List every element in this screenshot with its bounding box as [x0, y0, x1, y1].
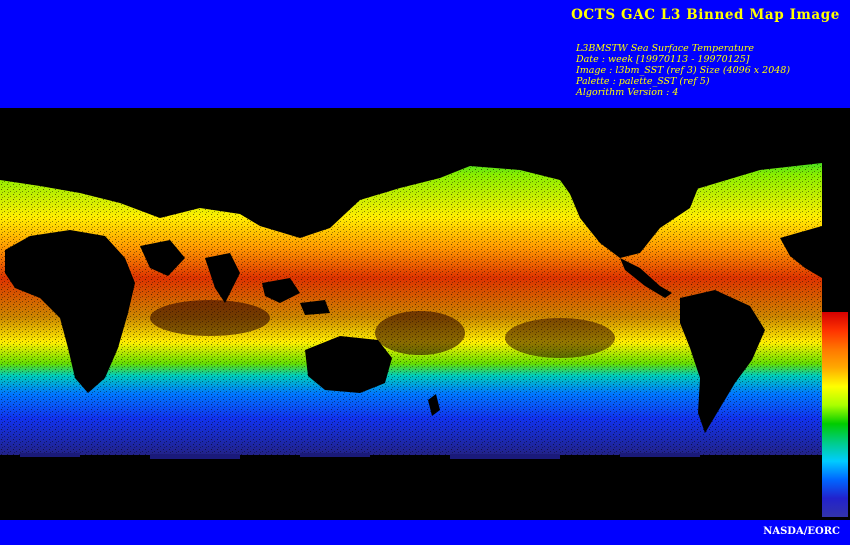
sst-map-graphic	[0, 150, 822, 520]
date-line: Date : week [19970113 - 19970125]	[576, 54, 750, 65]
fringe-patch	[620, 453, 700, 457]
antarctica	[0, 455, 822, 520]
temperature-colorbar	[822, 312, 848, 517]
product-line: L3BMSTW Sea Surface Temperature	[576, 43, 755, 54]
map-title: OCTS GAC L3 Binned Map Image	[571, 7, 840, 23]
sst-map	[0, 108, 850, 520]
footer-bar: NASDA/EORC	[0, 520, 850, 545]
cloud-gap	[505, 318, 615, 358]
cloud-gap	[150, 300, 270, 336]
palette-line: Palette : palette_SST (ref 5)	[576, 76, 710, 87]
fringe-patch	[150, 454, 240, 459]
fringe-patch	[450, 454, 560, 459]
credit-label: NASDA/EORC	[763, 526, 840, 537]
algorithm-line: Algorithm Version : 4	[576, 87, 679, 98]
metadata-block: L3BMSTW Sea Surface Temperature Date : w…	[576, 43, 790, 98]
fringe-patch	[300, 453, 370, 457]
image-line: Image : l3bm_SST (ref 3) Size (4096 x 20…	[576, 65, 791, 76]
header-bar: OCTS GAC L3 Binned Map Image L3BMSTW Sea…	[0, 0, 850, 108]
fringe-patch	[20, 453, 80, 457]
cloud-gap	[375, 311, 465, 355]
